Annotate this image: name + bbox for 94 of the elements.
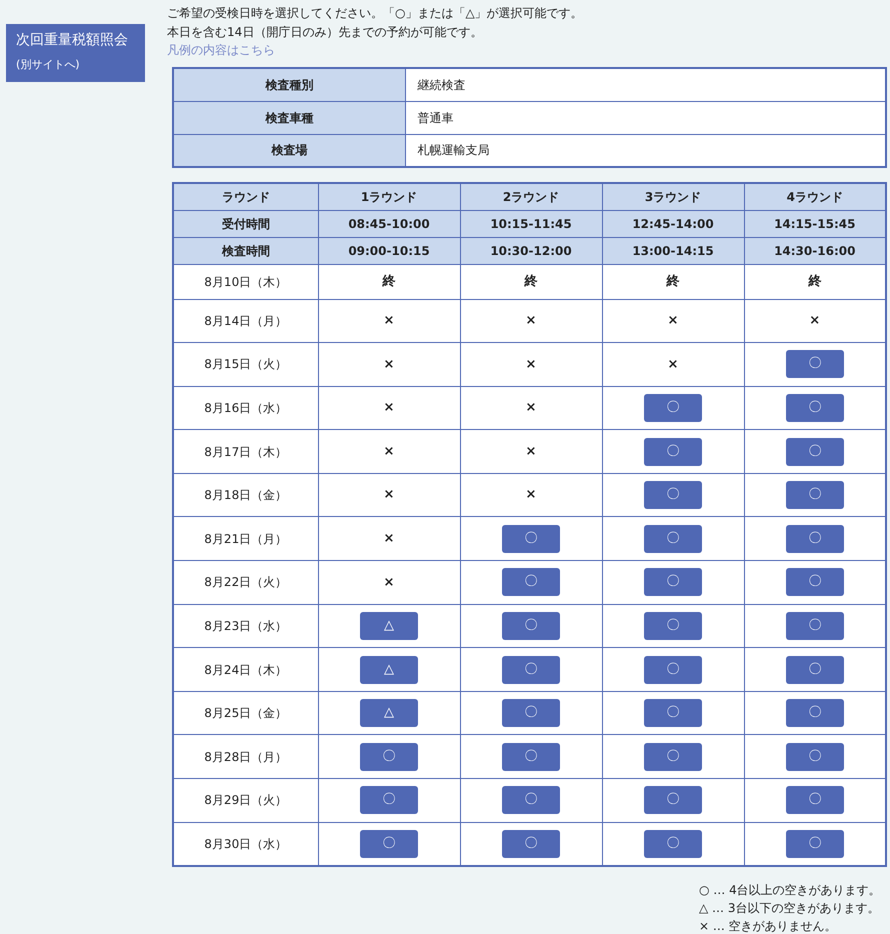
reserve-button[interactable]: 〇	[644, 742, 702, 771]
reserve-button[interactable]: 〇	[644, 830, 702, 858]
table-header-cell: ラウンド	[173, 183, 318, 210]
date-cell: 8月16日（水）	[173, 386, 318, 430]
unavailable-mark: ×	[384, 356, 394, 372]
reserve-button[interactable]: 〇	[360, 786, 418, 814]
table-header-cell: 1ラウンド	[318, 183, 460, 210]
reserve-button[interactable]: 〇	[786, 438, 844, 466]
table-header-cell: 09:00-10:15	[318, 237, 460, 264]
reserve-button[interactable]: 〇	[360, 830, 418, 858]
date-cell: 8月18日（金）	[173, 473, 318, 517]
unavailable-mark: ×	[668, 313, 678, 328]
date-cell: 8月10日（木）	[173, 264, 318, 299]
reserve-button[interactable]: 〇	[786, 699, 844, 728]
reserve-button[interactable]: 〇	[644, 699, 702, 728]
reserve-button[interactable]: △	[360, 656, 418, 684]
reserve-button[interactable]: 〇	[786, 350, 844, 378]
reserve-button[interactable]: 〇	[786, 568, 844, 596]
table-header-cell: 08:45-10:00	[318, 210, 460, 237]
unavailable-mark: ×	[526, 313, 536, 328]
unavailable-mark: ×	[526, 356, 536, 372]
reserve-button[interactable]: 〇	[644, 656, 702, 684]
unavailable-mark: ×	[384, 531, 394, 546]
unavailable-mark: ×	[384, 444, 394, 459]
date-cell: 8月28日（月）	[173, 734, 318, 779]
closed-mark: 終	[808, 274, 822, 289]
table-header-cell: 検査車種	[173, 101, 405, 134]
unavailable-mark: ×	[526, 444, 536, 459]
reserve-button[interactable]: 〇	[786, 830, 844, 858]
reserve-button[interactable]: 〇	[786, 524, 844, 553]
reserve-button[interactable]: 〇	[786, 394, 844, 422]
table-header-cell: 検査種別	[173, 68, 405, 101]
reserve-button[interactable]: 〇	[644, 438, 702, 466]
reserve-button[interactable]: 〇	[502, 699, 560, 728]
date-cell: 8月15日（火）	[173, 342, 318, 386]
legend-link[interactable]: 凡例の内容はこちら	[167, 41, 275, 60]
date-cell: 8月14日（月）	[173, 299, 318, 343]
table-header-cell: 14:15-15:45	[744, 210, 886, 237]
reserve-button[interactable]: 〇	[502, 612, 560, 640]
instruction-text: 本日を含む14日（開庁日のみ）先までの予約が可能です。	[167, 24, 484, 40]
date-cell: 8月25日（金）	[173, 691, 318, 735]
table-header-cell: 検査時間	[173, 237, 318, 264]
reserve-button[interactable]: 〇	[502, 742, 560, 771]
closed-mark: 終	[666, 274, 680, 289]
reserve-button[interactable]: 〇	[644, 612, 702, 640]
date-cell: 8月17日（木）	[173, 430, 318, 474]
unavailable-mark: ×	[809, 313, 820, 328]
table-header-cell: 3ラウンド	[602, 183, 744, 210]
closed-mark: 終	[382, 274, 396, 289]
date-cell: 8月22日（火）	[173, 560, 318, 604]
unavailable-mark: ×	[384, 400, 394, 416]
legend-text: △ … 3台以下の空きがあります。	[699, 900, 880, 917]
table-header-cell: 検査場	[173, 134, 405, 167]
table-header-cell: 受付時間	[173, 210, 318, 237]
reserve-button[interactable]: 〇	[502, 656, 560, 684]
closed-mark: 終	[524, 274, 538, 289]
date-cell: 8月23日（水）	[173, 604, 318, 648]
date-cell: 8月21日（月）	[173, 516, 318, 561]
table-header-cell: 4ラウンド	[744, 183, 886, 210]
table-header-cell: 14:30-16:00	[744, 237, 886, 264]
unavailable-mark: ×	[384, 313, 394, 328]
unavailable-mark: ×	[668, 356, 678, 372]
reserve-button[interactable]: 〇	[786, 786, 844, 814]
reserve-button[interactable]: △	[360, 699, 418, 728]
tax-inquiry-button[interactable]: 次回重量税額照会 (別サイトへ)	[6, 24, 145, 82]
reserve-button[interactable]: 〇	[644, 524, 702, 553]
table-header-cell: 12:45-14:00	[602, 210, 744, 237]
reserve-button[interactable]: 〇	[786, 656, 844, 684]
reserve-button[interactable]: 〇	[644, 568, 702, 596]
unavailable-mark: ×	[526, 400, 536, 416]
reserve-button[interactable]: 〇	[360, 742, 418, 771]
table-header-cell: 2ラウンド	[460, 183, 602, 210]
reserve-button[interactable]: 〇	[502, 524, 560, 553]
unavailable-mark: ×	[384, 574, 394, 590]
date-cell: 8月29日（火）	[173, 778, 318, 822]
legend-text: ○ … 4台以上の空きがあります。	[699, 882, 882, 899]
table-header-cell: 10:15-11:45	[460, 210, 602, 237]
legend-text: × … 空きがありません。	[699, 918, 838, 934]
reserve-button[interactable]: 〇	[786, 612, 844, 640]
date-cell: 8月24日（木）	[173, 648, 318, 692]
reserve-button[interactable]: 〇	[786, 742, 844, 771]
reserve-button[interactable]: 〇	[502, 568, 560, 596]
table-header-cell: 13:00-14:15	[602, 237, 744, 264]
unavailable-mark: ×	[384, 487, 394, 502]
reserve-button[interactable]: 〇	[644, 394, 702, 422]
reserve-button[interactable]: 〇	[502, 786, 560, 814]
reserve-button[interactable]: 〇	[644, 786, 702, 814]
instruction-text: ご希望の受検日時を選択してください。「○」または「△」が選択可能です。	[167, 5, 584, 22]
table-header-cell: 10:30-12:00	[460, 237, 602, 264]
reserve-button[interactable]: 〇	[644, 481, 702, 510]
unavailable-mark: ×	[526, 487, 536, 502]
reserve-button[interactable]: 〇	[786, 481, 844, 510]
reserve-button[interactable]: 〇	[502, 830, 560, 858]
reserve-button[interactable]: △	[360, 612, 418, 640]
